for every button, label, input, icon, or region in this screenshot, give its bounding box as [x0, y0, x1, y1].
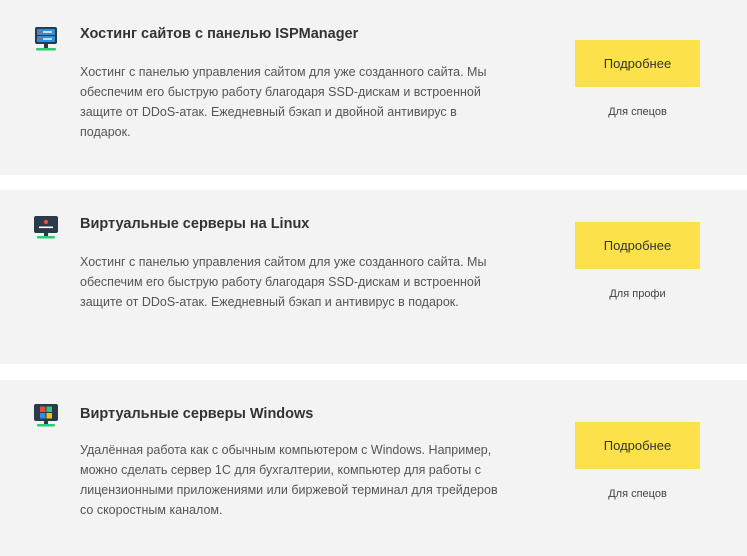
service-card-windows: Виртуальные серверы Windows Удалённая ра…: [0, 380, 747, 556]
audience-label: Для профи: [609, 288, 666, 300]
more-button[interactable]: Подробнее: [575, 222, 700, 269]
card-description: Удалённая работа как с обычным компьютер…: [80, 443, 498, 517]
audience-label: Для спецов: [608, 488, 667, 500]
linux-monitor-icon: [32, 214, 60, 242]
windows-monitor-icon: [32, 402, 60, 430]
server-rack-icon: [32, 26, 60, 54]
more-button[interactable]: Подробнее: [575, 40, 700, 87]
card-description: Хостинг с панелью управления сайтом для …: [80, 255, 487, 309]
service-card-ispmanager: Хостинг сайтов с панелью ISPManager Хост…: [0, 0, 747, 175]
card-description: Хостинг с панелью управления сайтом для …: [80, 65, 487, 139]
audience-label: Для спецов: [608, 106, 667, 118]
more-button[interactable]: Подробнее: [575, 422, 700, 469]
card-title: Хостинг сайтов с панелью ISPManager: [80, 26, 359, 42]
service-card-linux: Виртуальные серверы на Linux Хостинг с п…: [0, 190, 747, 364]
card-title: Виртуальные серверы Windows: [80, 406, 314, 422]
card-title: Виртуальные серверы на Linux: [80, 216, 310, 232]
